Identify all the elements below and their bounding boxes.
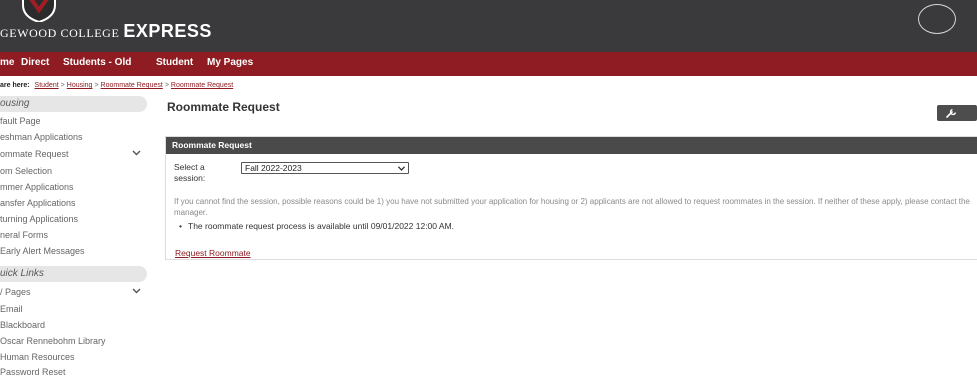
sidebar-item-room-selection[interactable]: om Selection (0, 166, 52, 180)
main-nav: me Direct Students - Old Student My Page… (0, 52, 977, 76)
college-logo-text[interactable]: GEWOOD COLLEGE EXPRESS (0, 21, 212, 45)
sidebar-item-freshman-applications[interactable]: eshman Applications (0, 132, 83, 146)
availability-notice: The roommate request process is availabl… (179, 221, 454, 231)
sidebar-item-human-resources[interactable]: Human Resources (0, 352, 75, 366)
breadcrumb-housing[interactable]: Housing (67, 82, 93, 89)
sidebar-item-password-reset[interactable]: Password Reset (0, 367, 66, 377)
sidebar-item-early-alert-messages[interactable]: Early Alert Messages (0, 246, 85, 260)
panel-header: Roommate Request (166, 137, 977, 154)
session-help-text: If you cannot find the session, possible… (174, 197, 970, 217)
nav-item-students-old[interactable]: Students - Old (63, 57, 131, 68)
express-wordmark: EXPRESS (123, 21, 212, 41)
page-root: GEWOOD COLLEGE EXPRESS me Direct Students… (0, 0, 977, 377)
sidebar-section-housing[interactable]: ousing (0, 96, 147, 112)
breadcrumb: are here: Student > Housing > Roommate Reque… (0, 82, 234, 89)
chevron-down-icon (398, 166, 405, 171)
breadcrumb-roommate-request-current[interactable]: Roommate Request (171, 82, 233, 89)
session-label: Select a session: (174, 162, 206, 183)
page-tools-button[interactable] (937, 105, 977, 121)
panel-title: Roommate Request (172, 140, 252, 150)
page-title: Roommate Request (167, 100, 280, 114)
breadcrumb-prefix: are here: (0, 82, 30, 89)
sidebar-item-blackboard[interactable]: Blackboard (0, 320, 45, 334)
sidebar-section-title: ousing (0, 98, 30, 109)
breadcrumb-roommate-request[interactable]: Roommate Request (101, 82, 163, 89)
sidebar-item-transfer-applications[interactable]: ansfer Applications (0, 198, 76, 212)
nav-item-direct[interactable]: Direct (21, 57, 49, 68)
sidebar-item-returning-applications[interactable]: turning Applications (0, 214, 78, 228)
chevron-down-icon[interactable] (132, 288, 141, 294)
sidebar-item-library[interactable]: Oscar Rennebohm Library (0, 336, 106, 350)
sidebar-item-summer-applications[interactable]: mmer Applications (0, 182, 74, 196)
session-select[interactable]: Fall 2022-2023 (241, 162, 409, 174)
nav-item-student[interactable]: Student (156, 57, 193, 68)
sidebar-item-roommate-request[interactable]: ommate Request (0, 149, 69, 163)
top-header: GEWOOD COLLEGE EXPRESS (0, 0, 977, 52)
sidebar-item-email[interactable]: Email (0, 304, 23, 318)
sidebar-section-title: uick Links (0, 268, 44, 279)
college-name: GEWOOD COLLEGE (0, 26, 120, 40)
crest-icon (22, 0, 56, 22)
request-roommate-link[interactable]: Request Roommate (175, 248, 251, 258)
user-circle-icon[interactable] (918, 4, 956, 34)
wrench-icon (946, 108, 957, 118)
nav-item-my-pages[interactable]: My Pages (207, 57, 253, 68)
sidebar-item-general-forms[interactable]: neral Forms (0, 230, 48, 244)
sidebar-section-quick-links[interactable]: uick Links (0, 266, 147, 282)
breadcrumb-student[interactable]: Student (35, 82, 59, 89)
chevron-down-icon[interactable] (132, 150, 141, 156)
sidebar-item-my-pages[interactable]: / Pages (0, 287, 31, 301)
session-select-value: Fall 2022-2023 (245, 163, 302, 173)
roommate-request-panel: Roommate Request Select a session: Fall … (165, 136, 977, 260)
nav-item-home[interactable]: me (0, 57, 14, 68)
sidebar-item-default-page[interactable]: fault Page (0, 116, 41, 130)
